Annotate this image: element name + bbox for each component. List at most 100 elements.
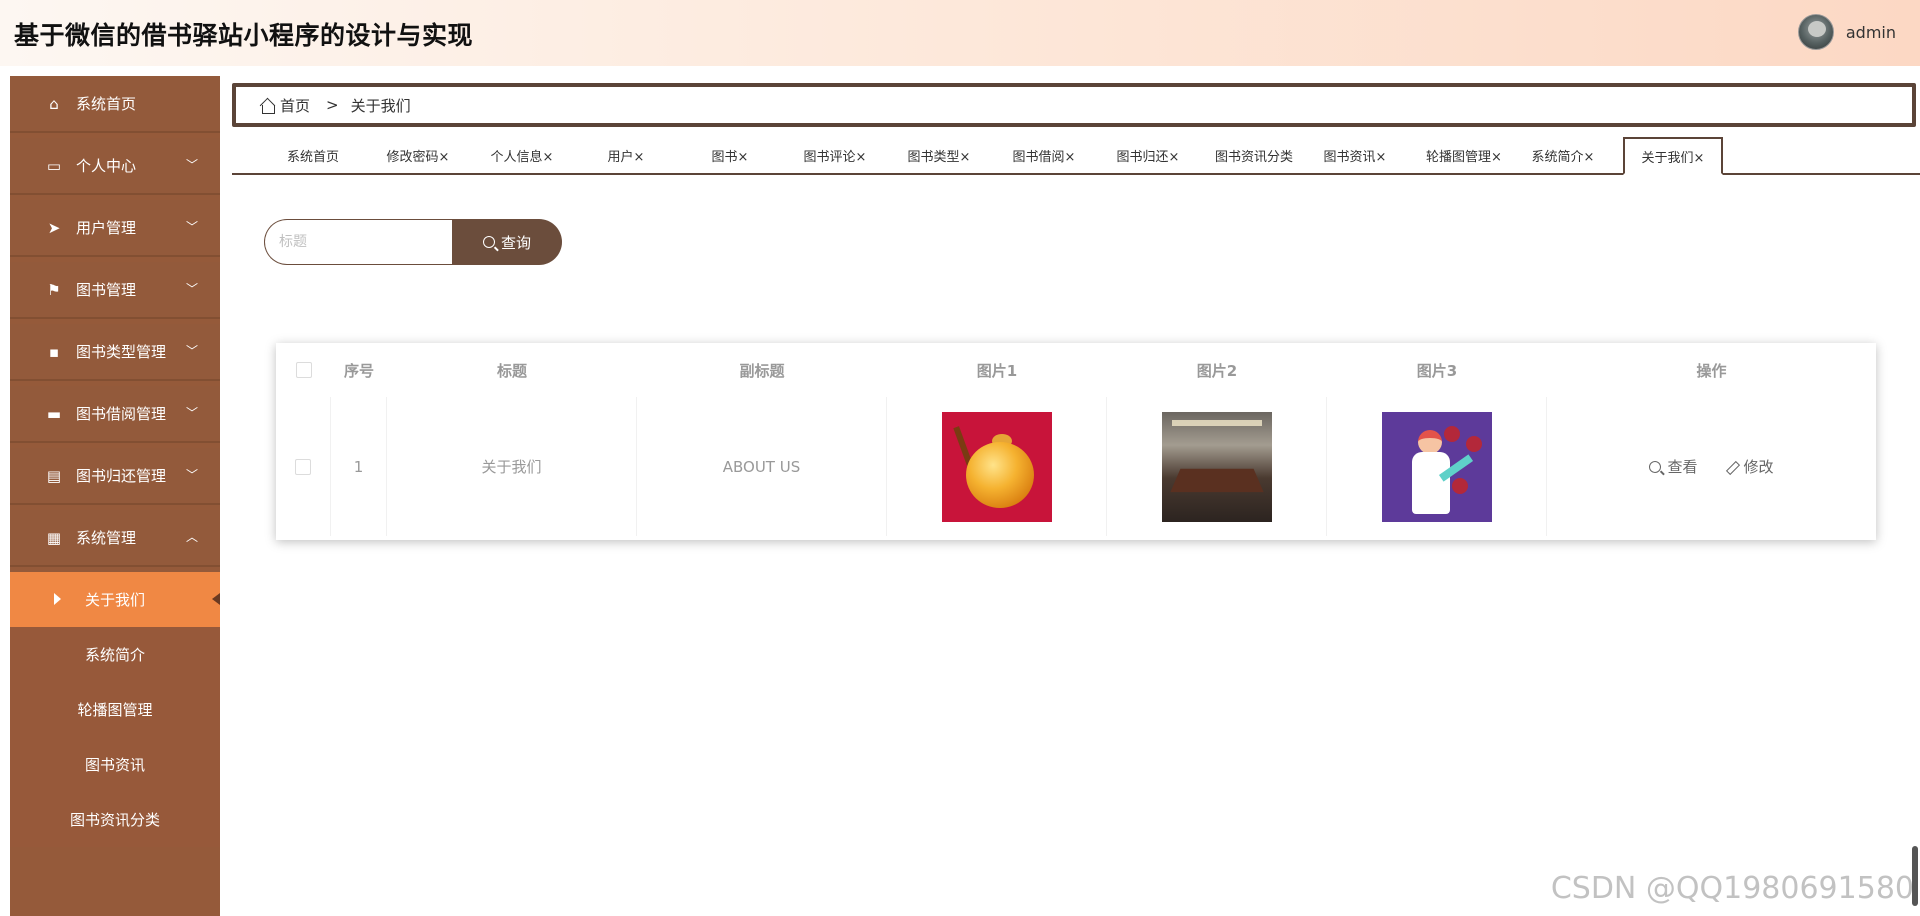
- tab-book-types[interactable]: 图书类型×: [898, 137, 980, 173]
- sidebar-item-book-return-management[interactable]: ▤ 图书归还管理 ﹀: [10, 448, 220, 503]
- sidebar-item-label: 系统管理: [76, 529, 137, 547]
- search-button-label: 查询: [500, 233, 531, 252]
- row-image3-cell: [1327, 397, 1547, 536]
- view-button[interactable]: 查看: [1649, 456, 1698, 477]
- sidebar-item-label: 图书归还管理: [76, 467, 167, 485]
- edit-button[interactable]: 修改: [1726, 456, 1774, 477]
- sidebar-item-personal-center[interactable]: ▭ 个人中心 ﹀: [10, 138, 220, 193]
- row-select-cell: [276, 397, 331, 536]
- tab-change-password[interactable]: 修改密码×: [377, 137, 459, 173]
- column-header: 序号: [343, 361, 374, 380]
- image-1-thumbnail: [941, 411, 1052, 522]
- tab-carousel[interactable]: 轮播图管理×: [1418, 137, 1510, 173]
- search-icon: [1649, 460, 1662, 473]
- sidebar-item-book-management[interactable]: ⚑ 图书管理 ﹀: [10, 262, 220, 317]
- sidebar-item-user-management[interactable]: ➤ 用户管理 ﹀: [10, 200, 220, 255]
- search-input[interactable]: [264, 219, 452, 265]
- table-row: 1 关于我们 ABOUT US 查看 修改: [276, 397, 1876, 540]
- app-title: 基于微信的借书驿站小程序的设计与实现: [14, 21, 474, 50]
- sidebar-item-book-borrow-management[interactable]: ▬ 图书借阅管理 ﹀: [10, 386, 220, 441]
- sidebar-item-label: 用户管理: [76, 219, 137, 237]
- username[interactable]: admin: [1846, 23, 1896, 42]
- sidebar-subitem-label: 轮播图管理: [77, 701, 153, 719]
- sidebar-subitem-book-news[interactable]: 图书资讯: [10, 737, 220, 792]
- row-actions-cell: 查看 修改: [1547, 397, 1876, 536]
- breadcrumb: 首页 > 关于我们: [232, 83, 1916, 127]
- chevron-down-icon: ﹀: [185, 220, 198, 234]
- tab-system-home[interactable]: 系统首页: [272, 137, 354, 173]
- caret-right-icon: [54, 593, 61, 605]
- row-index: 1: [331, 397, 387, 536]
- chat-icon: ▪: [48, 342, 60, 361]
- sidebar-subitem-book-news-category[interactable]: 图书资讯分类: [10, 792, 220, 847]
- sidebar: ⌂ 系统首页 ▭ 个人中心 ﹀ ➤ 用户管理 ﹀ ⚑ 图书管理 ﹀ ▪ 图书类型…: [10, 76, 220, 916]
- tab-book-return[interactable]: 图书归还×: [1107, 137, 1189, 173]
- watermark: CSDN @QQ1980691580: [1550, 871, 1914, 906]
- ticket-icon: ▬: [46, 404, 62, 423]
- sidebar-item-book-type-management[interactable]: ▪ 图书类型管理 ﹀: [10, 324, 220, 379]
- tab-books[interactable]: 图书×: [689, 137, 771, 173]
- data-table: 序号 标题 副标题 图片1 图片2 图片3 操作 1 关于我们 ABOUT US: [276, 343, 1876, 540]
- view-label: 查看: [1667, 458, 1698, 476]
- search-icon: [482, 236, 495, 248]
- select-all-cell: [276, 343, 331, 397]
- tab-book-news-category[interactable]: 图书资讯分类: [1210, 137, 1298, 173]
- tab-bar: 系统首页 修改密码× 个人信息× 用户× 图书× 图书评论× 图书类型× 图书借…: [232, 137, 1920, 175]
- tab-book-comments[interactable]: 图书评论×: [794, 137, 876, 173]
- row-image2-cell: [1107, 397, 1327, 536]
- breadcrumb-home[interactable]: 首页: [260, 95, 310, 116]
- sidebar-item-label: 图书管理: [76, 281, 137, 299]
- row-image1-cell: [887, 397, 1107, 536]
- sidebar-subitem-label: 图书资讯: [84, 756, 145, 774]
- active-indicator: [212, 593, 220, 605]
- column-header: 图片3: [1416, 361, 1458, 380]
- image-2-thumbnail: [1161, 411, 1272, 522]
- sidebar-item-label: 图书类型管理: [76, 343, 167, 361]
- breadcrumb-home-label: 首页: [280, 96, 311, 115]
- chevron-down-icon: ﹀: [185, 406, 198, 420]
- column-header: 图片1: [976, 361, 1018, 380]
- card-icon: ▭: [46, 156, 62, 175]
- sidebar-subitem-system-intro[interactable]: 系统简介: [10, 627, 220, 682]
- sidebar-subitem-about-us[interactable]: 关于我们: [10, 572, 220, 627]
- sidebar-subitem-label: 关于我们: [84, 591, 145, 609]
- tab-users[interactable]: 用户×: [585, 137, 667, 173]
- chevron-down-icon: ﹀: [185, 282, 198, 296]
- image-3-thumbnail: [1381, 411, 1492, 522]
- edit-label: 修改: [1743, 458, 1774, 476]
- sidebar-subitem-carousel[interactable]: 轮播图管理: [10, 682, 220, 737]
- column-header: 副标题: [739, 361, 785, 380]
- breadcrumb-current: 关于我们: [350, 96, 411, 115]
- sidebar-item-home[interactable]: ⌂ 系统首页: [10, 76, 220, 131]
- row-subtitle: ABOUT US: [637, 397, 887, 536]
- flag-icon: ⚑: [47, 280, 61, 299]
- send-icon: ➤: [47, 218, 61, 237]
- table-header: 序号 标题 副标题 图片1 图片2 图片3 操作: [276, 343, 1876, 397]
- search-bar: 查询: [264, 219, 562, 265]
- sidebar-subitem-label: 图书资讯分类: [69, 811, 160, 829]
- sidebar-item-label: 个人中心: [76, 157, 137, 175]
- sidebar-item-system-management[interactable]: ▦ 系统管理 ︿: [10, 510, 220, 565]
- select-all-checkbox[interactable]: [295, 362, 312, 378]
- tab-about-us[interactable]: 关于我们×: [1623, 137, 1723, 175]
- user-menu[interactable]: admin: [1797, 14, 1896, 50]
- tab-book-borrow[interactable]: 图书借阅×: [1003, 137, 1085, 173]
- tab-system-intro[interactable]: 系统简介×: [1522, 137, 1604, 173]
- tab-personal-info[interactable]: 个人信息×: [481, 137, 563, 173]
- chevron-up-icon: ︿: [185, 530, 198, 544]
- row-title: 关于我们: [387, 397, 637, 536]
- sidebar-subitem-label: 系统简介: [84, 646, 145, 664]
- sidebar-item-label: 图书借阅管理: [76, 405, 167, 423]
- home-icon: [260, 98, 276, 114]
- pencil-icon: [1726, 461, 1738, 473]
- scrollbar[interactable]: [1912, 846, 1918, 906]
- chevron-down-icon: ﹀: [185, 344, 198, 358]
- row-checkbox[interactable]: [295, 458, 311, 475]
- sidebar-item-label: 系统首页: [76, 95, 137, 113]
- search-button[interactable]: 查询: [452, 219, 562, 265]
- chevron-down-icon: ﹀: [185, 468, 198, 482]
- column-header: 标题: [496, 361, 527, 380]
- tab-book-news[interactable]: 图书资讯×: [1314, 137, 1396, 173]
- chevron-down-icon: ﹀: [185, 158, 198, 172]
- avatar[interactable]: [1797, 14, 1834, 50]
